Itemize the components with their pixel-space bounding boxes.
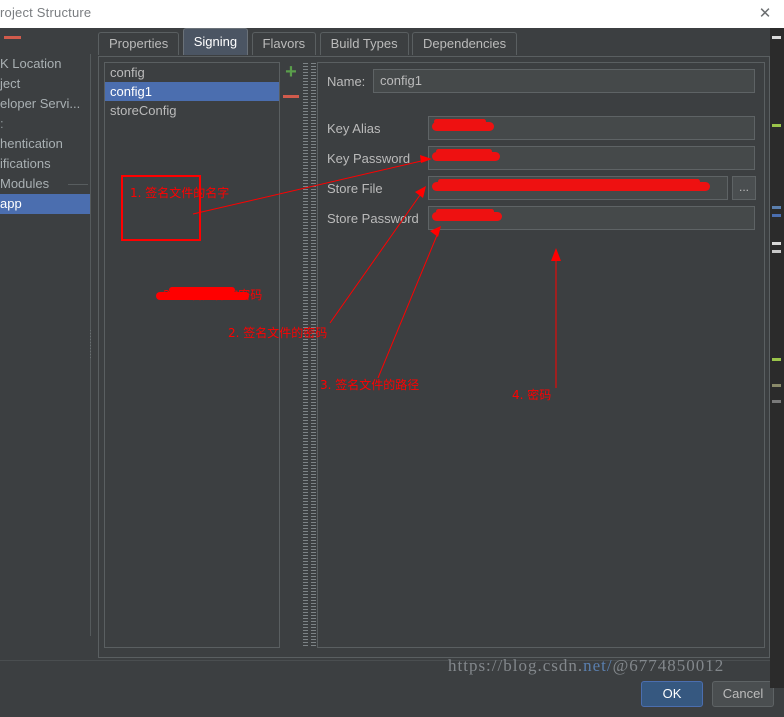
sidebar-item-authentication[interactable]: hentication xyxy=(0,134,90,154)
store-file-input[interactable] xyxy=(428,176,728,200)
remove-config-button[interactable] xyxy=(283,95,299,98)
store-password-label: Store Password xyxy=(327,211,419,226)
tab-build-types[interactable]: Build Types xyxy=(319,32,409,55)
sidebar-collapse-icon[interactable] xyxy=(4,36,21,39)
key-alias-label: Key Alias xyxy=(327,121,381,136)
signing-config-form: Name: config1 Key Alias Key Password Sto… xyxy=(317,62,765,648)
signing-config-list[interactable]: config config1 storeConfig xyxy=(104,62,280,648)
name-label: Name: xyxy=(327,74,366,89)
sidebar-tree[interactable]: K Location ject eloper Servi... : hentic… xyxy=(0,54,91,636)
tab-properties[interactable]: Properties xyxy=(98,32,180,55)
signing-tab-panel: config config1 storeConfig + Name: confi… xyxy=(98,56,770,658)
key-password-input[interactable] xyxy=(428,146,755,170)
tab-signing[interactable]: Signing xyxy=(182,28,249,55)
close-icon[interactable]: ✕ xyxy=(752,2,778,26)
sidebar-item-notifications[interactable]: ifications xyxy=(0,154,90,174)
sidebar-item-developer-services[interactable]: eloper Servi... xyxy=(0,94,90,114)
store-file-label: Store File xyxy=(327,181,383,196)
sidebar-item-project[interactable]: ject xyxy=(0,74,90,94)
name-input[interactable]: config1 xyxy=(373,69,755,93)
project-structure-dialog: K Location ject eloper Servi... : hentic… xyxy=(0,28,784,717)
tab-flavors[interactable]: Flavors xyxy=(251,32,317,55)
key-password-label: Key Password xyxy=(327,151,411,166)
list-item-config1[interactable]: config1 xyxy=(105,82,279,101)
store-password-input[interactable] xyxy=(428,206,755,230)
add-config-button[interactable]: + xyxy=(282,62,300,82)
window-title: roject Structure xyxy=(0,5,92,20)
form-panel-splitter[interactable] xyxy=(311,63,316,647)
sidebar-item-ads[interactable]: : xyxy=(0,114,90,134)
key-alias-input[interactable] xyxy=(428,116,755,140)
cancel-button[interactable]: Cancel xyxy=(712,681,774,707)
tab-bar: Properties Signing Flavors Build Types D… xyxy=(98,28,518,58)
sidebar-item-sdk-location[interactable]: K Location xyxy=(0,54,90,74)
editor-minimap-strip[interactable] xyxy=(770,28,784,688)
sidebar: K Location ject eloper Servi... : hentic… xyxy=(0,28,91,636)
store-file-browse-button[interactable]: ... xyxy=(732,176,756,200)
list-toolbar: + xyxy=(282,62,302,123)
ok-button[interactable]: OK xyxy=(641,681,703,707)
list-form-splitter[interactable] xyxy=(303,63,308,647)
tab-dependencies[interactable]: Dependencies xyxy=(412,32,518,55)
sidebar-item-app[interactable]: app xyxy=(0,194,90,214)
sidebar-splitter[interactable] xyxy=(88,328,93,368)
list-item-storeconfig[interactable]: storeConfig xyxy=(105,101,279,120)
sidebar-group-modules: Modules xyxy=(0,174,90,194)
list-item-config[interactable]: config xyxy=(105,63,279,82)
dialog-button-bar: OK Cancel xyxy=(0,660,784,717)
window-title-bar: roject Structure ✕ xyxy=(0,0,784,29)
